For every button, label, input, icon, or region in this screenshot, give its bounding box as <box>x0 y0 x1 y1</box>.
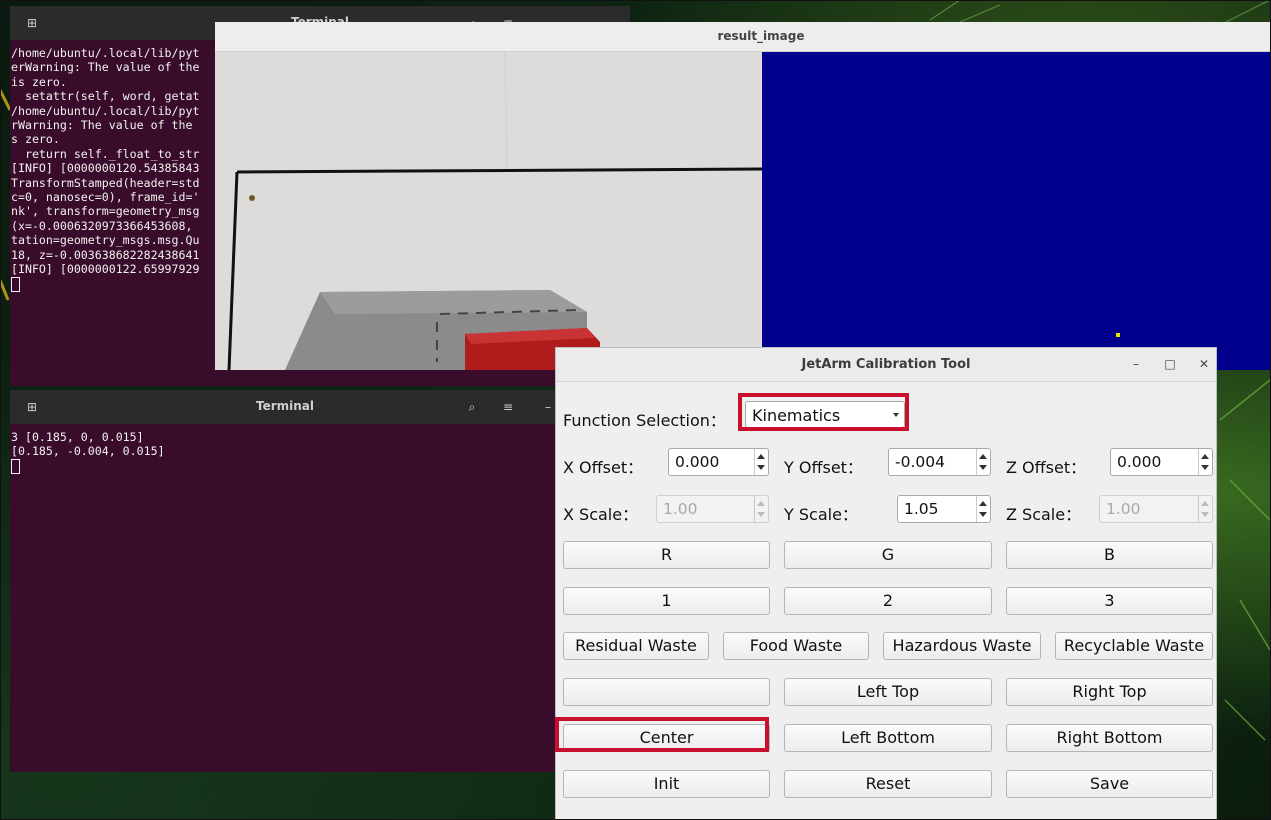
recyclable-waste-button[interactable]: Recyclable Waste <box>1055 632 1213 660</box>
x-offset-label: X Offset： <box>563 458 644 477</box>
spin-down-icon[interactable] <box>757 465 765 470</box>
spin-up-icon[interactable] <box>757 454 765 459</box>
search-icon[interactable]: ⌕ <box>464 399 480 415</box>
result-image-window[interactable]: result_image <box>215 22 1271 370</box>
camera-feed <box>215 52 762 370</box>
hamburger-menu-icon[interactable]: ≡ <box>500 399 516 415</box>
g-button[interactable]: G <box>784 541 992 569</box>
z-offset-label: Z Offset： <box>1006 458 1087 477</box>
function-selection-label: Function Selection： <box>563 411 726 430</box>
x-scale-value: 1.00 <box>663 500 698 518</box>
spin-down-icon <box>757 512 765 517</box>
reset-button[interactable]: Reset <box>784 770 992 798</box>
spin-up-icon <box>757 501 765 506</box>
spin-up-icon[interactable] <box>1201 454 1209 459</box>
save-button[interactable]: Save <box>1006 770 1213 798</box>
terminal-window-bottom[interactable]: ⊞ Terminal ⌕ ≡ – 3 [0.185, 0, 0.015] [0.1… <box>10 390 560 772</box>
init-button[interactable]: Init <box>563 770 770 798</box>
spin-up-icon <box>1201 501 1209 506</box>
b-button[interactable]: B <box>1006 541 1213 569</box>
y-scale-label: Y Scale： <box>784 505 858 524</box>
z-offset-spinbox[interactable]: 0.000 <box>1110 448 1213 476</box>
calibration-title: JetArm Calibration Tool <box>801 357 971 372</box>
close-icon[interactable]: ✕ <box>1196 356 1212 372</box>
calibration-titlebar[interactable]: JetArm Calibration Tool – □ ✕ <box>556 348 1216 382</box>
spin-arrows[interactable] <box>976 496 990 522</box>
button-2[interactable]: 2 <box>784 587 992 615</box>
spin-arrows <box>754 496 768 522</box>
spin-down-icon <box>1201 512 1209 517</box>
button-1[interactable]: 1 <box>563 587 770 615</box>
x-scale-label: X Scale： <box>563 505 639 524</box>
z-scale-spinbox: 1.00 <box>1099 495 1213 523</box>
terminal-cursor <box>11 276 20 292</box>
y-offset-label: Y Offset： <box>784 458 863 477</box>
z-scale-label: Z Scale： <box>1006 505 1082 524</box>
blank-button[interactable] <box>563 678 770 706</box>
residual-waste-button[interactable]: Residual Waste <box>563 632 709 660</box>
terminal-line: [0.185, -0.004, 0.015] <box>11 444 165 459</box>
spin-down-icon[interactable] <box>979 465 987 470</box>
spin-down-icon[interactable] <box>1201 465 1209 470</box>
hazardous-waste-button[interactable]: Hazardous Waste <box>883 632 1041 660</box>
x-scale-spinbox: 1.00 <box>656 495 769 523</box>
maximize-icon[interactable]: □ <box>1162 356 1178 372</box>
y-scale-spinbox[interactable]: 1.05 <box>897 495 991 523</box>
spin-arrows[interactable] <box>976 449 990 475</box>
terminal-header[interactable]: ⊞ Terminal ⌕ ≡ – <box>10 390 560 424</box>
right-top-button[interactable]: Right Top <box>1006 678 1213 706</box>
z-scale-value: 1.00 <box>1106 500 1141 518</box>
camera-scene <box>215 52 762 370</box>
center-button-highlight <box>555 717 769 752</box>
button-3[interactable]: 3 <box>1006 587 1213 615</box>
spin-arrows[interactable] <box>754 449 768 475</box>
left-top-button[interactable]: Left Top <box>784 678 992 706</box>
y-offset-spinbox[interactable]: -0.004 <box>888 448 991 476</box>
food-waste-button[interactable]: Food Waste <box>723 632 869 660</box>
y-scale-value: 1.05 <box>904 500 939 518</box>
function-selection-highlight <box>738 393 909 431</box>
terminal-output[interactable]: 3 [0.185, 0, 0.015] [0.185, -0.004, 0.015… <box>10 424 560 475</box>
y-offset-value: -0.004 <box>895 453 945 471</box>
r-button[interactable]: R <box>563 541 770 569</box>
left-bottom-button[interactable]: Left Bottom <box>784 724 992 752</box>
spin-arrows <box>1198 496 1212 522</box>
x-offset-spinbox[interactable]: 0.000 <box>668 448 769 476</box>
spin-down-icon[interactable] <box>979 512 987 517</box>
minimize-icon[interactable]: – <box>1128 356 1144 372</box>
result-image-titlebar[interactable]: result_image <box>215 22 1271 52</box>
z-offset-value: 0.000 <box>1117 453 1162 471</box>
x-offset-value: 0.000 <box>675 453 720 471</box>
terminal-cursor <box>11 458 20 474</box>
minimize-icon[interactable]: – <box>540 399 556 415</box>
right-bottom-button[interactable]: Right Bottom <box>1006 724 1213 752</box>
terminal-line: 3 [0.185, 0, 0.015] <box>11 430 144 444</box>
mask-blob <box>1116 333 1120 337</box>
spin-up-icon[interactable] <box>979 454 987 459</box>
spin-arrows[interactable] <box>1198 449 1212 475</box>
color-mask-pane <box>762 52 1271 370</box>
spin-up-icon[interactable] <box>979 501 987 506</box>
result-image-title: result_image <box>717 29 805 43</box>
